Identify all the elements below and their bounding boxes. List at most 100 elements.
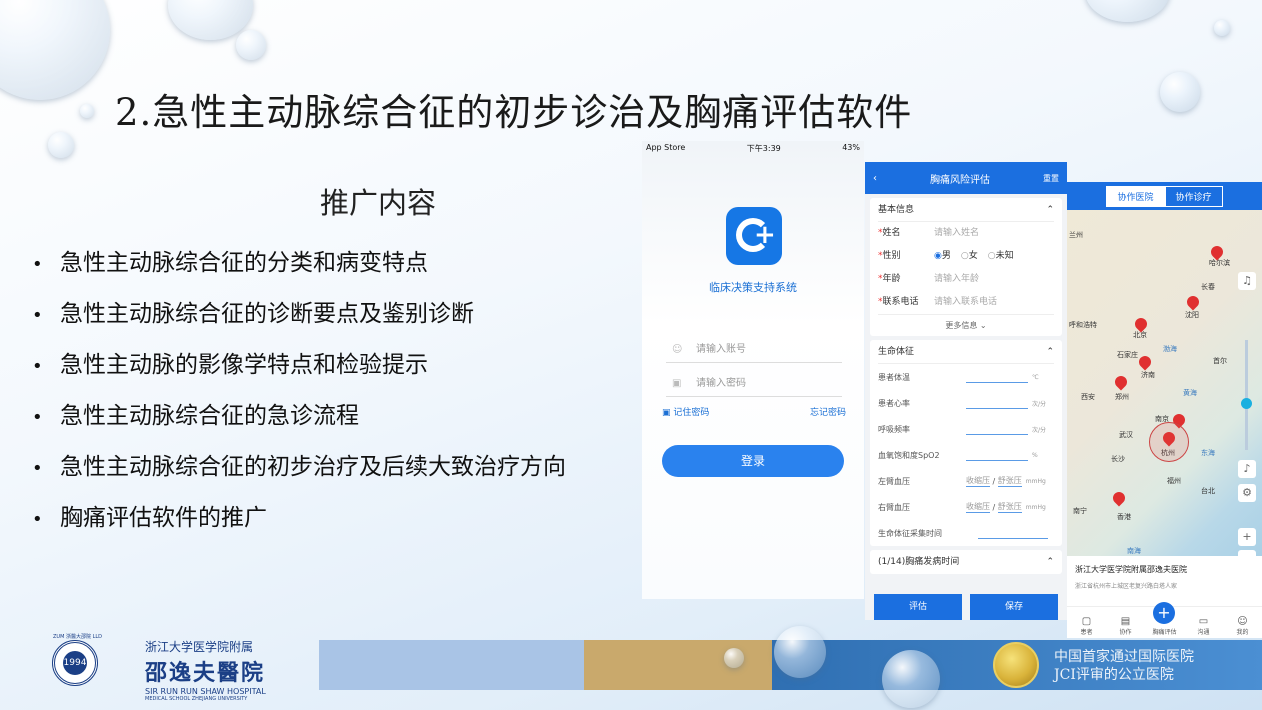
tab-hospital[interactable]: 协作医院 xyxy=(1106,185,1165,207)
sea-label: 黄海 xyxy=(1183,389,1197,397)
bell-icon[interactable]: ♫ xyxy=(1238,272,1256,290)
vital-temperature-field[interactable]: 患者体温 ℃ xyxy=(878,364,1054,390)
city-label: 济南 xyxy=(1141,371,1155,379)
collapse-icon[interactable]: ⌃ xyxy=(1046,198,1054,221)
map-screenshot: 协作医院 协作诊疗 兰州 哈尔滨 长春 沈阳 呼和浩特 北京 石家庄 济南 渤海… xyxy=(1067,182,1262,638)
city-label: 西安 xyxy=(1081,393,1095,401)
city-label: 沈阳 xyxy=(1185,311,1199,319)
nav-chat[interactable]: ▭ 沟通 xyxy=(1189,616,1219,636)
water-drop-decoration xyxy=(724,648,744,668)
bullet-item: 急性主动脉综合征的诊断要点及鉴别诊断 xyxy=(32,297,566,348)
left-bp-field[interactable]: 左臂血压 收缩压 / 舒张压 mmHg xyxy=(878,468,1054,494)
more-info-toggle[interactable]: 更多信息 ⌄ xyxy=(878,314,1054,336)
city-label: 南宁 xyxy=(1073,507,1087,515)
hospital-pin-icon[interactable] xyxy=(1110,489,1128,507)
nav-collab[interactable]: ▤ 协作 xyxy=(1111,616,1141,636)
login-screenshot: App Store 下午3:39 43% + 临床决策支持系统 ☺ 请输入账号 … xyxy=(642,141,864,599)
gender-field[interactable]: *性别 ◉ 男 ○ 女 ○ 未知 xyxy=(878,245,1054,268)
nav-me[interactable]: ☺ 我的 xyxy=(1228,616,1258,636)
footer-band xyxy=(319,640,584,690)
water-drop-decoration xyxy=(1160,72,1200,112)
china-map[interactable]: 兰州 哈尔滨 长春 沈阳 呼和浩特 北京 石家庄 济南 渤海 首尔 西安 郑州 … xyxy=(1067,210,1262,568)
form-header: ‹ 胸痛风险评估 重置 xyxy=(865,162,1067,194)
zoom-slider[interactable] xyxy=(1241,340,1252,450)
status-battery: 43% xyxy=(842,143,860,152)
city-label: 香港 xyxy=(1117,513,1131,521)
water-drop-decoration xyxy=(1214,20,1230,36)
selected-region xyxy=(1149,422,1189,462)
hospital-pin-icon[interactable] xyxy=(1184,293,1202,311)
hospital-pin-icon[interactable] xyxy=(1136,353,1154,371)
city-label: 武汉 xyxy=(1119,431,1133,439)
bullet-item: 胸痛评估软件的推广 xyxy=(32,501,566,552)
user-icon: ☺ xyxy=(672,344,683,355)
app-name: 临床决策支持系统 xyxy=(709,281,797,294)
vital-heartrate-field[interactable]: 患者心率 次/分 xyxy=(878,390,1054,416)
city-label: 兰州 xyxy=(1069,231,1083,239)
city-label: 福州 xyxy=(1167,477,1181,485)
music-icon[interactable]: ♪ xyxy=(1238,460,1256,478)
right-bp-field[interactable]: 右臂血压 收缩压 / 舒张压 mmHg xyxy=(878,494,1054,520)
water-drop-decoration xyxy=(236,30,266,60)
hospital-address: 浙江省杭州市上城区老复兴路白塔人家 xyxy=(1075,583,1178,590)
vitals-card: 生命体征 ⌃ 患者体温 ℃ 患者心率 次/分 呼吸频率 次/分 血氧饱和度SpO2% 左… xyxy=(870,340,1062,546)
hospital-logo: ZUM 浙醫大邵院 LLD 1994 xyxy=(52,634,102,686)
water-drop-decoration xyxy=(774,626,826,678)
city-label: 长沙 xyxy=(1111,455,1125,463)
hospital-pin-icon[interactable] xyxy=(1112,373,1130,391)
reset-button[interactable]: 重置 xyxy=(1043,173,1059,184)
collapse-icon[interactable]: ⌃ xyxy=(1046,550,1054,574)
phone-field[interactable]: *联系电话 请输入联系电话 xyxy=(878,291,1054,314)
bullet-list: 急性主动脉综合征的分类和病变特点 急性主动脉综合征的诊断要点及鉴别诊断 急性主动… xyxy=(32,246,566,552)
city-label: 台北 xyxy=(1201,487,1215,495)
hospital-info-card[interactable]: 浙江大学医学院附属邵逸夫医院 浙江省杭州市上城区老复兴路白塔人家 xyxy=(1067,556,1262,606)
bullet-item: 急性主动脉综合征的分类和病变特点 xyxy=(32,246,566,297)
add-assessment-button[interactable]: + xyxy=(1153,602,1175,624)
onset-heading: (1/14)胸痛发病时间 xyxy=(878,557,960,567)
password-input[interactable]: ▣ 请输入密码 xyxy=(666,371,842,397)
zoom-in-button[interactable]: + xyxy=(1238,528,1256,546)
remember-password-checkbox[interactable]: ▣ 记住密码 xyxy=(662,405,709,418)
form-title: 胸痛风险评估 xyxy=(930,174,990,186)
basic-info-card: 基本信息 ⌃ *姓名 请输入姓名 *性别 ◉ 男 ○ 女 ○ 未知 *年龄 请输入年龄… xyxy=(870,198,1062,336)
city-label: 长春 xyxy=(1201,283,1215,291)
water-drop-decoration xyxy=(48,132,74,158)
basic-info-heading: 基本信息 xyxy=(878,205,915,215)
city-label: 呼和浩特 xyxy=(1069,321,1097,329)
hospital-name: 浙江大学医学院附属邵逸夫医院 xyxy=(1075,565,1187,574)
lock-icon: ▣ xyxy=(672,378,682,389)
onset-card: (1/14)胸痛发病时间 ⌃ xyxy=(870,550,1062,574)
status-bar: App Store 下午3:39 43% xyxy=(642,141,864,157)
status-carrier: App Store xyxy=(646,143,686,152)
vital-spo2-field[interactable]: 血氧饱和度SpO2% xyxy=(878,442,1054,468)
login-button[interactable]: 登录 xyxy=(662,445,844,477)
gear-icon[interactable]: ⚙ xyxy=(1238,484,1256,502)
sea-label: 南海 xyxy=(1127,547,1141,555)
app-logo-icon: + xyxy=(726,207,782,265)
vital-resp-field[interactable]: 呼吸频率 次/分 xyxy=(878,416,1054,442)
account-input[interactable]: ☺ 请输入账号 xyxy=(666,337,842,363)
footer-band xyxy=(584,640,772,690)
assess-button[interactable]: 评估 xyxy=(874,594,962,620)
save-button[interactable]: 保存 xyxy=(970,594,1058,620)
tab-clinic[interactable]: 协作诊疗 xyxy=(1164,185,1223,207)
water-drop-decoration xyxy=(1085,0,1170,22)
hospital-name-block: 浙江大学医学院附属 邵逸夫醫院 SIR RUN RUN SHAW HOSPITA… xyxy=(145,640,266,702)
bullet-item: 急性主动脉综合征的初步治疗及后续大致治疗方向 xyxy=(32,450,566,501)
bullet-item: 急性主动脉的影像学特点和检验提示 xyxy=(32,348,566,399)
nav-patient[interactable]: ▢ 患者 xyxy=(1072,616,1102,636)
back-icon[interactable]: ‹ xyxy=(873,173,877,184)
map-tabs: 协作医院 协作诊疗 xyxy=(1067,182,1262,210)
chest-pain-form-screenshot: ‹ 胸痛风险评估 重置 基本信息 ⌃ *姓名 请输入姓名 *性别 ◉ 男 ○ 女 ○… xyxy=(865,162,1067,620)
water-drop-decoration xyxy=(80,104,94,118)
collapse-icon[interactable]: ⌃ xyxy=(1046,340,1054,363)
age-field[interactable]: *年龄 请输入年龄 xyxy=(878,268,1054,291)
name-field[interactable]: *姓名 请输入姓名 xyxy=(878,222,1054,245)
slide-title: 2.急性主动脉综合征的初步诊治及胸痛评估软件 xyxy=(115,91,913,134)
status-time: 下午3:39 xyxy=(746,144,781,153)
forgot-password-link[interactable]: 忘记密码 xyxy=(810,405,846,418)
sea-label: 东海 xyxy=(1201,449,1215,457)
collect-time-field[interactable]: 生命体征采集时间 xyxy=(878,520,1054,546)
water-drop-decoration xyxy=(0,0,110,100)
water-drop-decoration xyxy=(882,650,940,708)
